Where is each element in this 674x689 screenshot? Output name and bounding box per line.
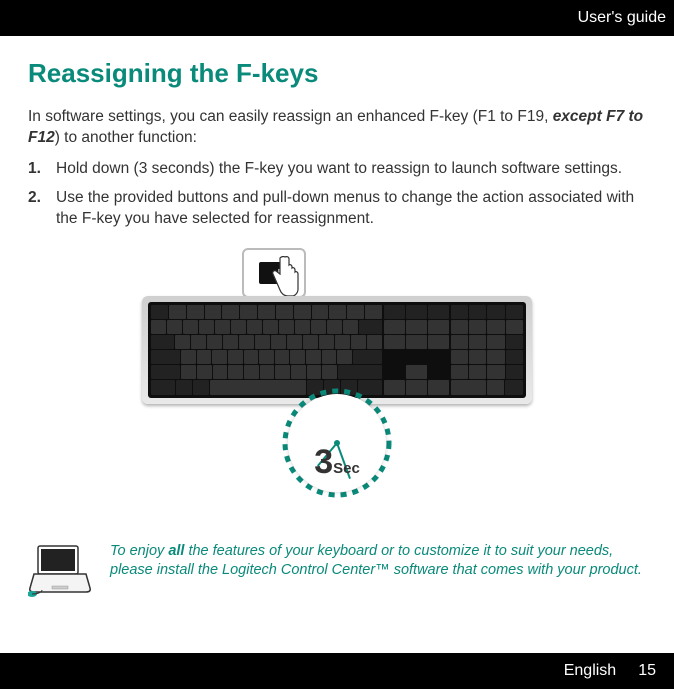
page-title: Reassigning the F-keys xyxy=(28,58,646,89)
content: Reassigning the F-keys In software setti… xyxy=(0,36,674,502)
header-bar: User's guide xyxy=(0,0,674,36)
laptop-icon xyxy=(28,542,92,598)
intro-paragraph: In software settings, you can easily rea… xyxy=(28,107,646,149)
tip-text-pre: To enjoy xyxy=(110,543,168,559)
steps-list: Hold down (3 seconds) the F-key you want… xyxy=(28,159,646,230)
step-2: Use the provided buttons and pull-down m… xyxy=(28,188,646,230)
keyboard-illustration: F3 xyxy=(142,256,532,502)
figure: F3 xyxy=(28,256,646,502)
clock-unit: Sec xyxy=(333,460,360,477)
page: User's guide Reassigning the F-keys In s… xyxy=(0,0,674,689)
hand-pointer-icon xyxy=(268,256,300,298)
tip-text-post: the features of your keyboard or to cust… xyxy=(110,543,642,579)
step-1: Hold down (3 seconds) the F-key you want… xyxy=(28,159,646,180)
intro-text-post: ) to another function: xyxy=(55,129,197,146)
clock-icon: 3Sec xyxy=(278,384,396,502)
tip: To enjoy all the features of your keyboa… xyxy=(0,542,674,608)
clock-number: 3 xyxy=(314,443,333,481)
fkey-popup: F3 xyxy=(242,248,306,298)
intro-text-pre: In software settings, you can easily rea… xyxy=(28,108,553,125)
footer-bar: English 15 xyxy=(0,653,674,689)
footer-page-number: 15 xyxy=(638,662,656,680)
doc-type-label: User's guide xyxy=(578,9,666,27)
tip-text: To enjoy all the features of your keyboa… xyxy=(110,542,646,581)
footer-language: English xyxy=(564,662,616,680)
tip-text-strong: all xyxy=(168,543,184,559)
